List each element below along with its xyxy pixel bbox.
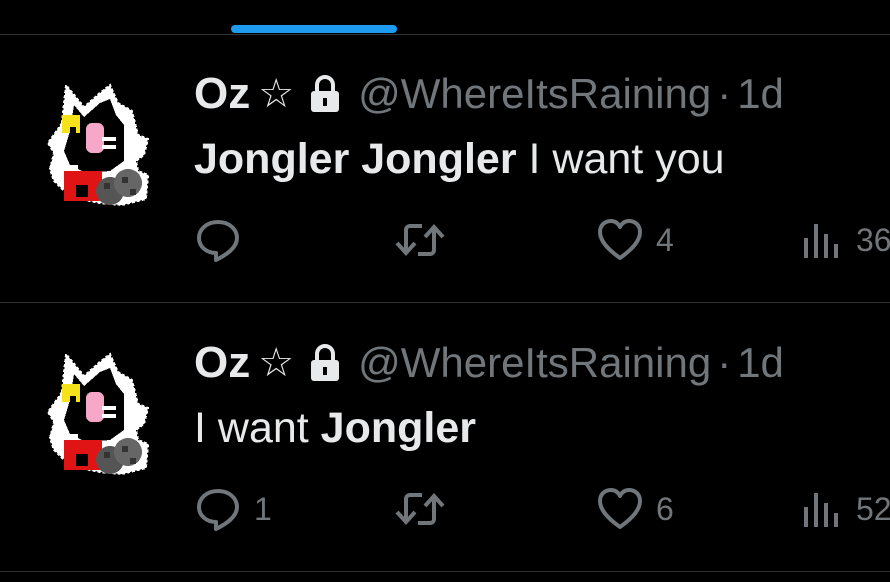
reply-button[interactable]: 1 — [194, 479, 272, 539]
retweet-icon — [395, 493, 445, 525]
retweet-button[interactable] — [392, 479, 460, 539]
user-handle[interactable]: @WhereItsRaining — [358, 70, 711, 118]
heart-icon — [598, 488, 642, 529]
like-count: 6 — [656, 490, 674, 527]
star-outline-icon: ☆ — [258, 72, 295, 116]
avatar[interactable] — [40, 342, 156, 482]
reply-count: 1 — [254, 490, 272, 527]
tweet-text-bold: Jongler — [320, 404, 476, 452]
like-button[interactable]: 4 — [596, 210, 674, 270]
active-tab-indicator — [231, 25, 397, 33]
tweet[interactable]: Oz ☆ @WhereItsRaining · 1d I want Jongle… — [0, 304, 890, 572]
retweet-icon — [395, 224, 445, 256]
retweet-button[interactable] — [392, 210, 460, 270]
views-button[interactable]: 36 — [800, 210, 890, 270]
display-name[interactable]: Oz — [194, 338, 250, 388]
speech-bubble-icon — [197, 220, 239, 262]
tweet-header: Oz ☆ @WhereItsRaining · 1d — [194, 68, 784, 120]
tweet-text-plain: I want you — [516, 135, 725, 183]
timestamp[interactable]: 1d — [737, 339, 784, 387]
lock-icon — [311, 75, 340, 112]
like-count: 4 — [656, 221, 674, 258]
views-button[interactable]: 52 — [800, 479, 890, 539]
tweet-actions: 1 6 52 — [0, 479, 890, 539]
separator-dot: · — [717, 70, 732, 117]
tweet-text: I want Jongler — [194, 404, 476, 453]
tweet-text: Jongler Jongler I want you — [194, 135, 725, 184]
like-button[interactable]: 6 — [596, 479, 674, 539]
view-count: 36 — [856, 221, 890, 258]
avatar[interactable] — [40, 73, 156, 213]
tweet[interactable]: Oz ☆ @WhereItsRaining · 1d Jongler Jongl… — [0, 35, 890, 303]
lock-icon — [311, 344, 340, 381]
top-tab-bar — [0, 0, 890, 35]
timestamp[interactable]: 1d — [737, 70, 784, 118]
speech-bubble-icon — [197, 489, 239, 531]
star-outline-icon: ☆ — [258, 341, 295, 385]
tweet-text-plain: I want — [194, 404, 321, 452]
reply-button[interactable] — [194, 210, 254, 270]
tweet-text-bold: Jongler Jongler — [194, 135, 517, 183]
user-handle[interactable]: @WhereItsRaining — [358, 339, 711, 387]
view-count: 52 — [856, 490, 890, 527]
bar-chart-icon — [804, 224, 838, 258]
tweet-actions: 4 36 — [0, 210, 890, 270]
tweet-header: Oz ☆ @WhereItsRaining · 1d — [194, 337, 784, 389]
display-name[interactable]: Oz — [194, 69, 250, 119]
separator-dot: · — [717, 339, 732, 386]
heart-icon — [598, 219, 642, 260]
bar-chart-icon — [804, 493, 838, 527]
